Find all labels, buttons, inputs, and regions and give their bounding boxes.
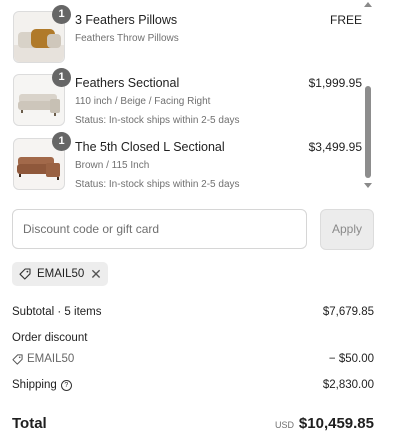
scroll-down-arrow-icon[interactable] — [364, 183, 372, 188]
shipping-value: $2,830.00 — [322, 379, 374, 391]
item-variant: 110 inch / Beige / Facing Right — [75, 96, 211, 107]
item-info: The 5th Closed L Sectional Brown / 115 I… — [75, 138, 300, 194]
item-name: 3 Feathers Pillows — [75, 13, 178, 27]
item-price: FREE — [329, 13, 362, 27]
item-variant: Feathers Throw Pillows — [75, 33, 179, 44]
scroll-up-arrow-icon[interactable] — [364, 2, 372, 7]
tag-icon — [19, 268, 31, 280]
order-discount-label: Order discount — [12, 332, 88, 344]
total-value: $10,459.85 — [298, 415, 374, 432]
discount-code-row: EMAIL50 − $50.00 — [12, 350, 374, 368]
item-name: Feathers Sectional — [75, 76, 180, 90]
subtotal-label: Subtotal · 5 items — [12, 306, 102, 318]
quantity-badge: 1 — [52, 68, 71, 87]
currency-code: USD — [274, 420, 294, 430]
quantity-badge: 1 — [52, 132, 71, 151]
order-discount-row: Order discount — [12, 329, 374, 347]
shipping-row: Shipping? $2,830.00 — [12, 376, 374, 394]
item-info: Feathers Sectional 110 inch / Beige / Fa… — [75, 74, 300, 130]
pillows-thumbnail: 1 — [13, 5, 71, 63]
item-variant: Brown / 115 Inch — [75, 160, 150, 171]
l-sectional-thumbnail: 1 — [13, 132, 71, 190]
quantity-badge: 1 — [52, 5, 71, 24]
cart-item: 1 3 Feathers Pillows Feathers Throw Pill… — [13, 5, 362, 63]
sectional-thumbnail: 1 — [13, 68, 71, 126]
discount-code-label: EMAIL50 — [27, 353, 75, 365]
subtotal-row: Subtotal · 5 items $7,679.85 — [12, 303, 374, 321]
total-label: Total — [12, 415, 47, 432]
remove-discount-close-icon[interactable]: ✕ — [88, 266, 104, 282]
total-row: Total USD $10,459.85 — [12, 412, 374, 436]
item-status: Status: In-stock ships within 2-5 days — [75, 115, 240, 126]
item-price: $1,999.95 — [308, 76, 362, 90]
apply-discount-button[interactable]: Apply — [320, 209, 374, 250]
subtotal-value: $7,679.85 — [322, 306, 374, 318]
shipping-label: Shipping — [12, 379, 57, 391]
shipping-label-group: Shipping? — [12, 376, 72, 394]
applied-discount-chip: EMAIL50 ✕ — [12, 262, 108, 286]
item-price: $3,499.95 — [308, 140, 362, 154]
item-status: Status: In-stock ships within 2-5 days — [75, 179, 240, 190]
question-circle-icon[interactable]: ? — [60, 380, 72, 391]
item-info: 3 Feathers Pillows Feathers Throw Pillow… — [75, 11, 300, 48]
cart-scrollbar[interactable] — [362, 0, 374, 192]
discount-amount: − $50.00 — [328, 353, 374, 365]
scrollbar-thumb[interactable] — [365, 86, 371, 178]
cart-item: 1 The 5th Closed L Sectional Brown / 115… — [13, 132, 362, 190]
cart-items-list: 1 3 Feathers Pillows Feathers Throw Pill… — [0, 0, 362, 196]
item-name: The 5th Closed L Sectional — [75, 140, 225, 154]
discount-code-input[interactable] — [12, 209, 307, 249]
checkout-order-summary: 1 3 Feathers Pillows Feathers Throw Pill… — [0, 0, 400, 445]
cart-item: 1 Feathers Sectional 110 inch / Beige / … — [13, 68, 362, 126]
applied-discount-code: EMAIL50 — [37, 268, 85, 280]
